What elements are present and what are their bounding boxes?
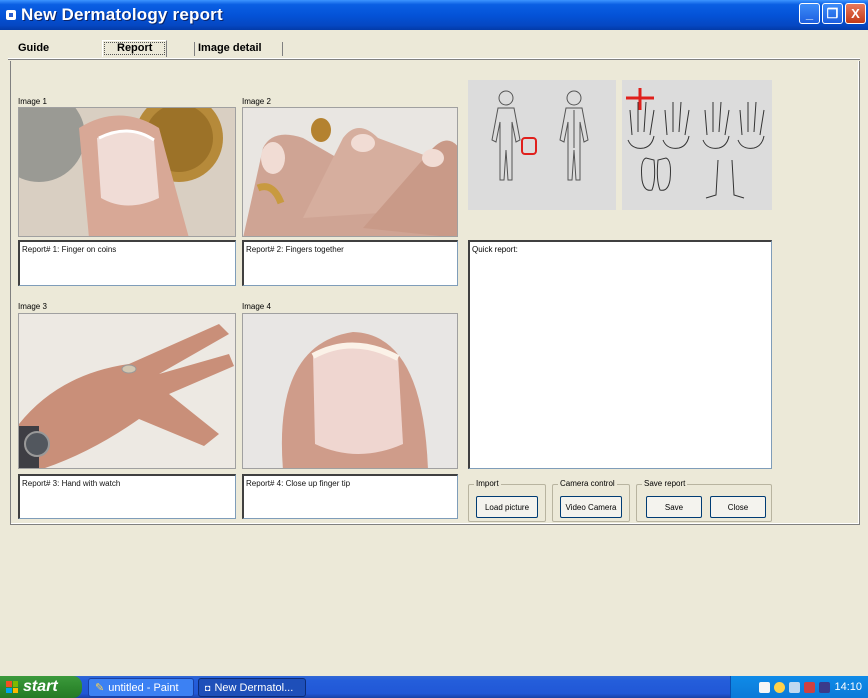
image-1-report-field[interactable]: Report# 1: Finger on coins (18, 240, 236, 286)
tab-report[interactable]: Report (102, 40, 168, 57)
tab-image-detail[interactable]: Image detail (198, 42, 262, 54)
image-2-label: Image 2 (242, 97, 271, 106)
close-window-button[interactable]: X (845, 3, 866, 24)
tab-guide[interactable]: Guide (18, 42, 49, 54)
image-3-photo[interactable] (18, 313, 236, 469)
image-4-label: Image 4 (242, 302, 271, 311)
taskbar-item-dermatology[interactable]: ◘ New Dermatol... (198, 678, 306, 697)
image-1-photo[interactable] (18, 107, 236, 237)
finger-tip-closeup-image (243, 314, 457, 468)
quick-report-field[interactable]: Quick report: (468, 240, 772, 469)
network-tray-icon[interactable] (774, 681, 786, 693)
security-tray-icon[interactable] (804, 681, 816, 693)
camera-control-group-label: Camera control (558, 479, 617, 488)
taskbar-item-paint[interactable]: ✎ untitled - Paint (88, 678, 194, 697)
start-label: start (23, 678, 58, 695)
image-4-report-field[interactable]: Report# 4: Close up finger tip (242, 474, 458, 519)
taskbar-item-label: New Dermatol... (214, 681, 294, 694)
hand-foot-map[interactable] (622, 80, 772, 210)
windows-logo-icon (6, 681, 18, 693)
app-icon (6, 10, 16, 20)
image-3-report-field[interactable]: Report# 3: Hand with watch (18, 474, 236, 519)
save-report-group-label: Save report (642, 479, 688, 488)
tab-panel-border (8, 58, 860, 60)
window-title: New Dermatology report (21, 5, 223, 24)
image-4-photo[interactable] (242, 313, 458, 469)
title-bar: New Dermatology report _ ❐ X (0, 0, 868, 30)
tab-separator (282, 42, 283, 56)
hands-feet-outline-icon (626, 88, 765, 199)
system-tray: 14:10 (730, 676, 868, 698)
load-picture-button[interactable]: Load picture (476, 496, 538, 518)
body-outline-icon (491, 90, 589, 181)
image-3-label: Image 3 (18, 302, 47, 311)
display-tray-icon[interactable] (789, 681, 801, 693)
start-button[interactable]: start (0, 676, 82, 698)
finger-on-coins-image (19, 108, 235, 236)
tab-strip: Guide Report Image detail (8, 40, 868, 60)
app-small-icon: ◘ (205, 682, 211, 693)
tab-separator (194, 42, 195, 56)
help-tray-icon[interactable] (759, 681, 771, 693)
volume-tray-icon[interactable] (819, 681, 831, 693)
maximize-button[interactable]: ❐ (822, 3, 843, 24)
hand-with-watch-image (19, 314, 235, 468)
taskbar-item-label: untitled - Paint (108, 681, 179, 694)
minimize-button[interactable]: _ (799, 3, 820, 24)
window-controls: _ ❐ X (799, 3, 866, 24)
import-group-label: Import (474, 479, 501, 488)
image-2-photo[interactable] (242, 107, 458, 237)
fingers-together-image (243, 108, 457, 236)
image-1-label: Image 1 (18, 97, 47, 106)
close-button[interactable]: Close (710, 496, 766, 518)
paint-icon: ✎ (95, 682, 105, 694)
taskbar: start ✎ untitled - Paint ◘ New Dermatol.… (0, 676, 868, 698)
image-2-report-field[interactable]: Report# 2: Fingers together (242, 240, 458, 286)
save-button[interactable]: Save (646, 496, 702, 518)
video-camera-button[interactable]: Video Camera (560, 496, 622, 518)
clock: 14:10 (834, 681, 862, 693)
body-map[interactable] (468, 80, 616, 210)
